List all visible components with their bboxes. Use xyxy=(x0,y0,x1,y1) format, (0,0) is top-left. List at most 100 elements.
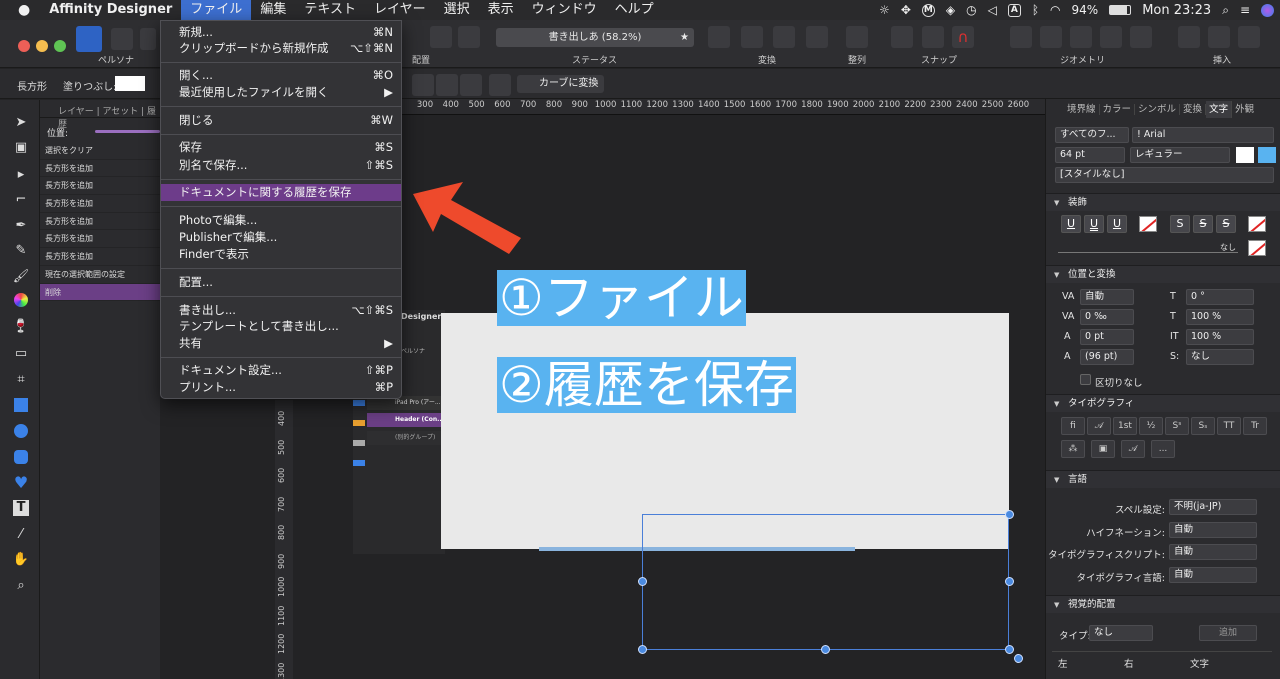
geometry-intersect-button[interactable] xyxy=(1070,26,1092,48)
typo-discretionary-button[interactable]: 𝒜 xyxy=(1087,417,1111,435)
control-center-icon[interactable]: ≡ xyxy=(1240,3,1250,17)
menu-item-edit-in-publisher[interactable]: Publisherで編集... xyxy=(161,229,401,246)
insert-behind-button[interactable] xyxy=(1178,26,1200,48)
wifi-icon[interactable]: ◠ xyxy=(1050,3,1060,17)
underline-button[interactable]: U xyxy=(1061,215,1081,233)
typo-more-button[interactable]: ... xyxy=(1151,440,1175,458)
menu-window[interactable]: ウィンドウ xyxy=(523,0,606,20)
menu-item-save-history[interactable]: ドキュメントに関する履歴を保存 xyxy=(161,184,401,201)
menu-item-print[interactable]: プリント... ⌘P xyxy=(161,379,401,396)
menu-select[interactable]: 選択 xyxy=(435,0,479,20)
shield-icon[interactable]: ◈ xyxy=(946,3,955,17)
menu-item-export-template[interactable]: テンプレートとして書き出し... xyxy=(161,318,401,335)
geometry-divide-button[interactable] xyxy=(1130,26,1152,48)
menu-item-place[interactable]: 配置... xyxy=(161,274,401,291)
zoom-tool-icon[interactable]: ⌕ xyxy=(12,577,30,595)
text-color-swatch[interactable] xyxy=(1236,147,1254,163)
typo-superscript-button[interactable]: Sˢ xyxy=(1165,417,1189,435)
insert-inside-button[interactable] xyxy=(1238,26,1260,48)
rotation-handle[interactable] xyxy=(1014,654,1023,663)
fill-swatch[interactable] xyxy=(115,76,145,91)
input-source-icon[interactable]: A xyxy=(1007,3,1021,17)
history-row[interactable]: 長方形を追加 xyxy=(40,160,160,178)
strikethrough-button[interactable]: S xyxy=(1170,215,1190,233)
typo-smallcaps-button[interactable]: Tr xyxy=(1243,417,1267,435)
history-row[interactable]: 長方形を追加 xyxy=(40,230,160,249)
bluetooth-icon[interactable]: ᛒ xyxy=(1032,3,1039,17)
hand-tool-icon[interactable]: ✋ xyxy=(12,551,30,569)
geometry-add-button[interactable] xyxy=(1010,26,1032,48)
font-weight-select[interactable]: レギュラー xyxy=(1130,147,1230,163)
typo-script-select[interactable]: 自動 xyxy=(1169,544,1257,560)
no-break-checkbox[interactable] xyxy=(1080,374,1091,385)
place-image-tool-icon[interactable]: ▭ xyxy=(12,345,30,363)
typo-ligature-button[interactable]: fi xyxy=(1061,417,1085,435)
selection-handle[interactable] xyxy=(638,577,647,586)
menu-item-open[interactable]: 開く... ⌘O xyxy=(161,67,401,84)
crop-tool-icon[interactable]: ⌗ xyxy=(12,371,30,389)
place-button-2[interactable] xyxy=(458,26,480,48)
snap-magnet-icon[interactable]: ∩ xyxy=(952,26,974,48)
font-collection-select[interactable]: すべてのフ... xyxy=(1055,127,1129,143)
menu-item-save[interactable]: 保存 ⌘S xyxy=(161,139,401,156)
star-icon[interactable]: ★ xyxy=(680,28,689,47)
horizontal-scale-field[interactable]: 100 % xyxy=(1186,309,1254,325)
double-strikethrough-button[interactable]: S xyxy=(1193,215,1213,233)
typo-lang-select[interactable]: 自動 xyxy=(1169,567,1257,583)
geometry-xor-button[interactable] xyxy=(1100,26,1122,48)
menu-item-export[interactable]: 書き出し... ⌥⇧⌘S xyxy=(161,302,401,319)
vertical-scale-field[interactable]: 100 % xyxy=(1186,329,1254,345)
tab-appearance[interactable]: 外観 xyxy=(1232,104,1257,115)
geometry-subtract-button[interactable] xyxy=(1040,26,1062,48)
convert-to-curves-button[interactable]: カーブに変換 xyxy=(517,75,605,93)
m-icon[interactable]: M xyxy=(921,3,935,17)
rounded-rect-tool-icon[interactable] xyxy=(14,450,28,464)
typography-section-header[interactable]: タイポグラフィ xyxy=(1046,394,1280,413)
underline-color-none-icon[interactable] xyxy=(1139,216,1157,232)
menu-item-new[interactable]: 新規... ⌘N xyxy=(161,24,401,41)
rectangle-tool-icon[interactable] xyxy=(14,398,28,412)
kerning-field[interactable]: 0 ‰ xyxy=(1080,309,1134,325)
transform-origin-button[interactable] xyxy=(436,74,458,96)
place-button[interactable] xyxy=(430,26,452,48)
snap-options-button[interactable] xyxy=(922,26,944,48)
position-section-header[interactable]: 位置と変換 xyxy=(1046,265,1280,284)
pencil-tool-icon[interactable]: ✎ xyxy=(12,242,30,260)
typo-caps-button[interactable]: TT xyxy=(1217,417,1241,435)
position-slider[interactable] xyxy=(95,130,160,133)
spell-select[interactable]: 不明(ja-JP) xyxy=(1169,499,1257,515)
apple-menu-icon[interactable]: ● xyxy=(0,0,40,20)
typo-style-button[interactable]: 𝒜 xyxy=(1121,440,1145,458)
selection-box[interactable] xyxy=(642,514,1009,650)
typo-ordinal-button[interactable]: 1st xyxy=(1113,417,1137,435)
typo-swash-button[interactable]: ▣ xyxy=(1091,440,1115,458)
export-status-box[interactable]: 書き出しあ (58.2%) ★ xyxy=(496,28,694,47)
history-panel-tabs[interactable]: レイヤー | アセット | 履歴 xyxy=(40,100,160,130)
rotate-right-button[interactable] xyxy=(806,26,828,48)
history-row[interactable]: 長方形を追加 xyxy=(40,213,160,231)
pixel-persona-icon[interactable] xyxy=(111,28,133,50)
history-row[interactable]: 選択をクリア xyxy=(40,142,160,160)
typo-subscript-button[interactable]: Sₛ xyxy=(1191,417,1215,435)
heart-tool-icon[interactable]: ♥ xyxy=(12,474,30,492)
menu-item-show-in-finder[interactable]: Finderで表示 xyxy=(161,246,401,263)
history-row-selected[interactable]: 削除 xyxy=(40,283,160,302)
brightness-icon[interactable]: ☼ xyxy=(879,3,890,17)
selection-handle[interactable] xyxy=(1005,577,1014,586)
position-select[interactable]: なし xyxy=(1186,349,1254,365)
view-mode-button[interactable] xyxy=(412,74,434,96)
tab-symbols[interactable]: シンボル xyxy=(1135,103,1181,115)
anchor-button[interactable] xyxy=(460,74,482,96)
language-section-header[interactable]: 言語 xyxy=(1046,470,1280,489)
menu-view[interactable]: 表示 xyxy=(479,0,523,20)
menu-help[interactable]: ヘルプ xyxy=(606,0,663,20)
export-persona-icon[interactable] xyxy=(140,28,156,50)
vertical-ruler[interactable]: 400 500 600 700 800 900 1000 1100 1200 1300 xyxy=(275,400,293,679)
menu-item-edit-in-photo[interactable]: Photoで編集... xyxy=(161,212,401,229)
rotate-left-button[interactable] xyxy=(773,26,795,48)
double-underline-button[interactable]: U xyxy=(1084,215,1104,233)
menu-layer[interactable]: レイヤー xyxy=(365,0,435,20)
siri-icon[interactable] xyxy=(1261,3,1274,17)
add-button[interactable]: 追加 xyxy=(1199,625,1257,641)
menu-item-save-as[interactable]: 別名で保存... ⇧⌘S xyxy=(161,157,401,174)
